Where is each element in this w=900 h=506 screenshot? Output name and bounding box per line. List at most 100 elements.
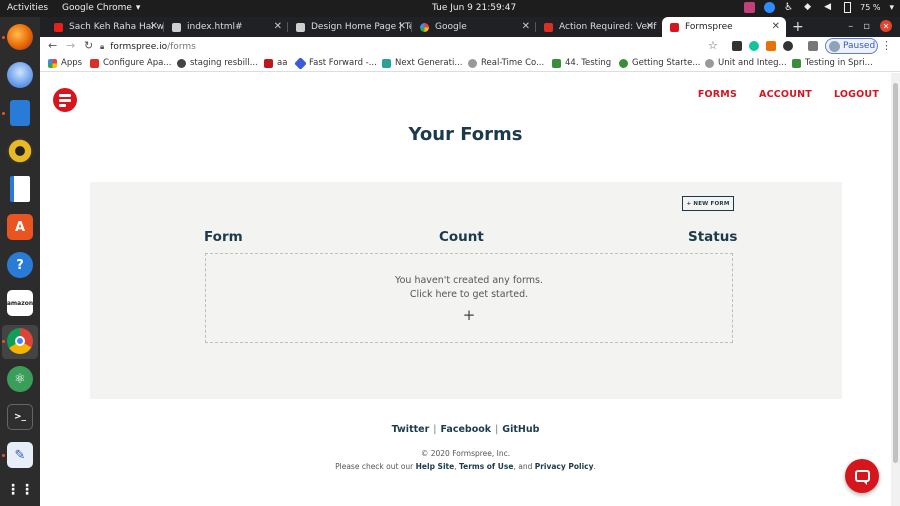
clock[interactable]: Tue Jun 9 21:59:47: [432, 3, 516, 13]
bookmark-item[interactable]: Getting Starte...: [619, 58, 700, 68]
tab-3[interactable]: Google ✕: [412, 17, 536, 37]
empty-forms-placeholder[interactable]: You haven't created any forms. Click her…: [205, 253, 733, 343]
column-header-status: Status: [688, 229, 738, 245]
formspree-logo[interactable]: [53, 88, 77, 112]
grammarly-icon[interactable]: [749, 41, 759, 51]
close-icon[interactable]: ✕: [522, 21, 530, 32]
libreoffice-writer-icon[interactable]: [10, 100, 30, 126]
thunderbird-icon[interactable]: [7, 62, 33, 88]
reading-list-icon[interactable]: [808, 41, 818, 51]
close-icon[interactable]: ✕: [646, 21, 654, 32]
facebook-link[interactable]: Facebook: [440, 424, 491, 435]
amazon-icon[interactable]: amazon: [7, 290, 33, 316]
bookmark-icon: [382, 58, 391, 68]
close-icon[interactable]: ✕: [274, 21, 282, 32]
tab-0[interactable]: Sach Keh Raha Hai with ✕: [46, 17, 164, 37]
page-icon: [172, 22, 181, 32]
back-icon[interactable]: ←: [48, 39, 57, 52]
running-indicator: [2, 454, 5, 457]
google-icon: [420, 22, 429, 32]
volume-icon[interactable]: ◀: [824, 2, 835, 13]
ubuntu-software-icon[interactable]: A: [7, 214, 33, 240]
bookmarks-bar: Apps Configure Apa... staging resbill...…: [40, 56, 900, 72]
url-host: formspree.io: [110, 41, 168, 52]
bookmark-item[interactable]: Next Generati...: [382, 58, 462, 68]
bookmark-item[interactable]: Real-Time Co...: [468, 58, 544, 68]
main-nav: FORMS ACCOUNT LOGOUT: [698, 89, 879, 100]
wifi-icon[interactable]: ◆: [804, 2, 815, 13]
tab-2[interactable]: Design Home Page | Te ✕: [288, 17, 412, 37]
tab-1[interactable]: index.html# ✕: [164, 17, 288, 37]
text-editor-icon[interactable]: ✎: [7, 442, 33, 468]
more-menu-icon[interactable]: ⋮: [881, 39, 892, 52]
bookmark-item[interactable]: aa: [264, 58, 287, 68]
forward-icon[interactable]: →: [66, 39, 75, 52]
chat-widget-button[interactable]: [845, 459, 879, 493]
nav-forms-link[interactable]: FORMS: [698, 89, 737, 100]
address-bar[interactable]: 🔒︎ formspree.io/forms: [100, 38, 766, 55]
bookmark-item[interactable]: Unit and Integ...: [705, 58, 787, 68]
help-icon[interactable]: ?: [7, 252, 33, 278]
divider: |: [495, 424, 499, 435]
get-started-message: Click here to get started.: [409, 289, 529, 300]
close-icon[interactable]: ✕: [772, 21, 780, 32]
github-link[interactable]: GitHub: [502, 424, 539, 435]
bookmark-item[interactable]: 44. Testing: [552, 58, 611, 68]
scrollbar-thumb[interactable]: [893, 83, 898, 463]
maximize-icon[interactable]: ▫: [863, 21, 870, 32]
minimize-icon[interactable]: –: [848, 21, 853, 32]
policy-period: .: [593, 462, 596, 471]
slack-icon[interactable]: [744, 2, 756, 13]
battery-icon[interactable]: [844, 2, 852, 13]
new-tab-button[interactable]: +: [792, 19, 804, 35]
reload-icon[interactable]: ↻: [84, 39, 93, 52]
page-scrollbar[interactable]: [891, 73, 900, 506]
new-form-button[interactable]: + NEW FORM: [682, 196, 734, 211]
terminal-icon[interactable]: >_: [7, 404, 33, 430]
show-applications-icon[interactable]: ⋮⋮: [6, 477, 34, 503]
bookmark-item[interactable]: staging resbill...: [177, 58, 258, 68]
tab-5[interactable]: Formspree ✕: [662, 17, 786, 37]
close-icon[interactable]: ✕: [150, 21, 158, 32]
terms-link[interactable]: Terms of Use: [459, 462, 513, 471]
nav-logout-link[interactable]: LOGOUT: [834, 89, 879, 100]
extension-icon[interactable]: [732, 41, 742, 51]
chrome-icon[interactable]: [7, 328, 33, 354]
bookmark-apps[interactable]: Apps: [48, 58, 82, 68]
twitter-link[interactable]: Twitter: [392, 424, 430, 435]
formspree-icon: [670, 22, 679, 32]
help-site-link[interactable]: Help Site: [416, 462, 455, 471]
tab-4[interactable]: Action Required: Verif ✕: [536, 17, 660, 37]
close-window-icon[interactable]: ✕: [880, 20, 892, 32]
chat-icon: [854, 470, 870, 485]
extension-icon[interactable]: [766, 41, 776, 51]
battery-percent: 75 %: [860, 3, 881, 12]
empty-message: You haven't created any forms.: [395, 275, 543, 286]
chevron-down-icon[interactable]: ▾: [889, 3, 894, 13]
rhythmbox-icon[interactable]: [7, 138, 33, 164]
privacy-link[interactable]: Privacy Policy: [535, 462, 594, 471]
zoom-icon[interactable]: [764, 2, 776, 13]
close-icon[interactable]: ✕: [398, 21, 406, 32]
firefox-icon[interactable]: [7, 24, 33, 50]
bookmark-item[interactable]: Testing in Spri...: [792, 58, 873, 68]
bookmark-label: 44. Testing: [565, 58, 612, 68]
browser-toolbar: ← → ↻ 🔒︎ formspree.io/forms ☆ Paused ⋮: [40, 37, 900, 56]
running-indicator: [2, 36, 5, 39]
bookmark-label: Configure Apa...: [103, 58, 172, 68]
accessibility-icon[interactable]: ♿: [784, 2, 795, 13]
extension-icon[interactable]: [783, 41, 793, 51]
nav-account-link[interactable]: ACCOUNT: [759, 89, 812, 100]
youtube-icon: [54, 22, 63, 32]
bookmark-item[interactable]: Fast Forward -...: [294, 56, 377, 70]
activities-button[interactable]: Activities: [7, 3, 48, 13]
atom-icon[interactable]: ⚛: [7, 366, 33, 392]
bookmark-star-icon[interactable]: ☆: [708, 39, 718, 52]
bookmark-item[interactable]: Configure Apa...: [90, 58, 171, 68]
document-viewer-icon[interactable]: [10, 176, 30, 202]
system-tray[interactable]: ♿ ◆ ◀ 75 % ▾: [744, 2, 894, 13]
divider: |: [433, 424, 437, 435]
app-menu[interactable]: Google Chrome ▾: [62, 3, 140, 13]
profile-button[interactable]: Paused: [825, 38, 878, 54]
tab-title: Formspree: [685, 22, 733, 32]
